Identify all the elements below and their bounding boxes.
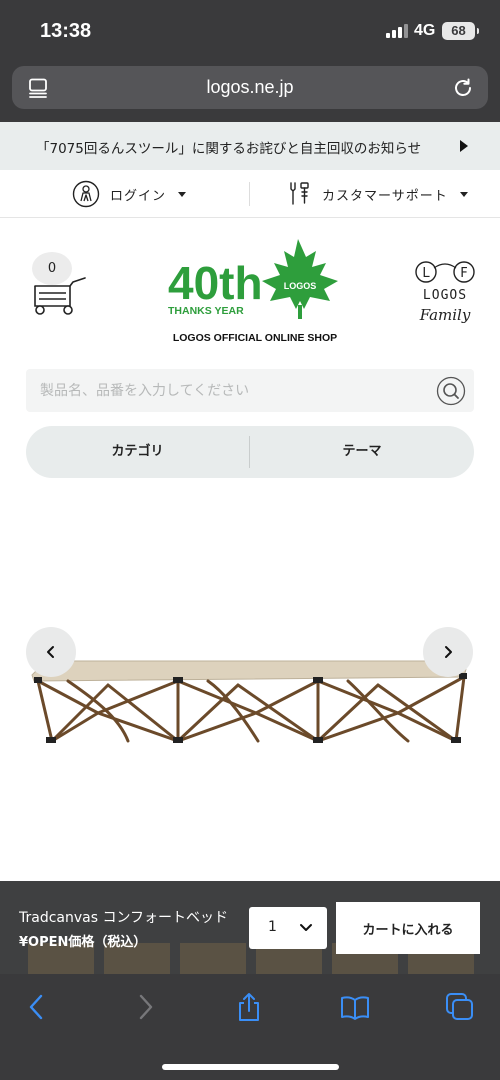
caret-down-icon — [178, 191, 187, 197]
back-icon[interactable] — [22, 992, 52, 1022]
product-image-cot — [31, 660, 467, 743]
product-search — [26, 369, 474, 412]
browser-address-area: logos.ne.jp — [0, 62, 500, 122]
battery-icon: 68 — [442, 22, 479, 40]
cellular-signal-icon — [386, 24, 408, 38]
status-time: 13:38 — [40, 20, 92, 42]
battery-level: 68 — [451, 23, 466, 38]
recall-notice-banner[interactable]: 「7075回るんスツール」に関するお詫びと自主回収のお知らせ — [0, 122, 500, 170]
notice-text: 「7075回るんスツール」に関するお詫びと自主回収のお知らせ — [36, 141, 422, 157]
chevron-right-icon — [445, 646, 452, 658]
maple-leaf-stem — [298, 305, 302, 319]
search-icon[interactable] — [436, 376, 466, 406]
home-indicator — [162, 1064, 339, 1070]
browser-toolbar — [0, 974, 500, 1080]
network-type: 4G — [414, 22, 436, 39]
category-button[interactable]: カテゴリ — [26, 426, 249, 478]
quantity-select[interactable]: 1 — [249, 907, 327, 949]
family-letter-l: L — [422, 266, 430, 281]
login-label: ログイン — [110, 188, 167, 204]
login-button[interactable]: ログイン — [72, 178, 187, 210]
catalog-nav: カテゴリ テーマ — [26, 426, 474, 478]
logo-thanks-year: THANKS YEAR — [168, 305, 244, 317]
logos-40th-logo[interactable]: 40th LOGOS THANKS YEAR LOGOS OFFICIAL ON… — [160, 235, 350, 350]
reload-icon[interactable] — [452, 77, 474, 99]
product-image-carousel[interactable] — [0, 490, 500, 880]
customer-support-button[interactable]: カスタマーサポート — [286, 178, 468, 210]
theme-button[interactable]: テーマ — [250, 426, 474, 478]
chevron-left-icon — [47, 646, 54, 658]
cart-button[interactable]: 0 — [30, 252, 90, 318]
share-icon[interactable] — [234, 992, 264, 1022]
carousel-prev-button[interactable] — [26, 627, 76, 677]
address-bar[interactable]: logos.ne.jp — [12, 66, 488, 109]
price-label: ¥OPEN価格（税込） — [19, 935, 147, 950]
logo-brand: LOGOS — [284, 281, 317, 291]
family-letter-f: F — [460, 266, 467, 281]
shop-caption: LOGOS OFFICIAL ONLINE SHOP — [172, 332, 338, 344]
family-brand: LOGOS — [422, 288, 468, 303]
caret-down-icon — [459, 191, 468, 197]
logos-family-link[interactable]: L F LOGOS Family — [410, 258, 480, 330]
user-icon — [72, 180, 100, 208]
quantity-value: 1 — [268, 919, 277, 935]
triangle-right-icon — [460, 140, 468, 152]
utility-divider — [249, 182, 250, 206]
logos-family-mark: L F — [415, 261, 475, 283]
search-input[interactable] — [26, 369, 426, 412]
status-bar: 13:38 4G 68 — [0, 0, 500, 62]
cart-icon — [34, 277, 86, 315]
url-text[interactable]: logos.ne.jp — [12, 77, 488, 98]
chevron-down-icon — [300, 924, 312, 931]
logo-anniversary: 40th — [168, 257, 263, 309]
thumbnail[interactable] — [180, 943, 246, 974]
carousel-next-button[interactable] — [423, 627, 473, 677]
bookmarks-icon[interactable] — [340, 992, 370, 1022]
tabs-icon[interactable] — [445, 992, 475, 1022]
family-word: Family — [419, 306, 471, 324]
add-to-cart-button[interactable]: カートに入れる — [336, 902, 480, 954]
sticky-purchase-bar: Tradcanvas コンフォートベッド ¥OPEN価格（税込） 1 カートに入… — [0, 881, 500, 974]
utility-row: ログイン カスタマーサポート — [0, 170, 500, 218]
maple-leaf-icon — [262, 239, 338, 309]
product-name: Tradcanvas コンフォートベッド — [19, 910, 229, 926]
forward-icon[interactable] — [130, 992, 160, 1022]
support-label: カスタマーサポート — [322, 188, 448, 204]
tools-icon — [290, 182, 309, 205]
